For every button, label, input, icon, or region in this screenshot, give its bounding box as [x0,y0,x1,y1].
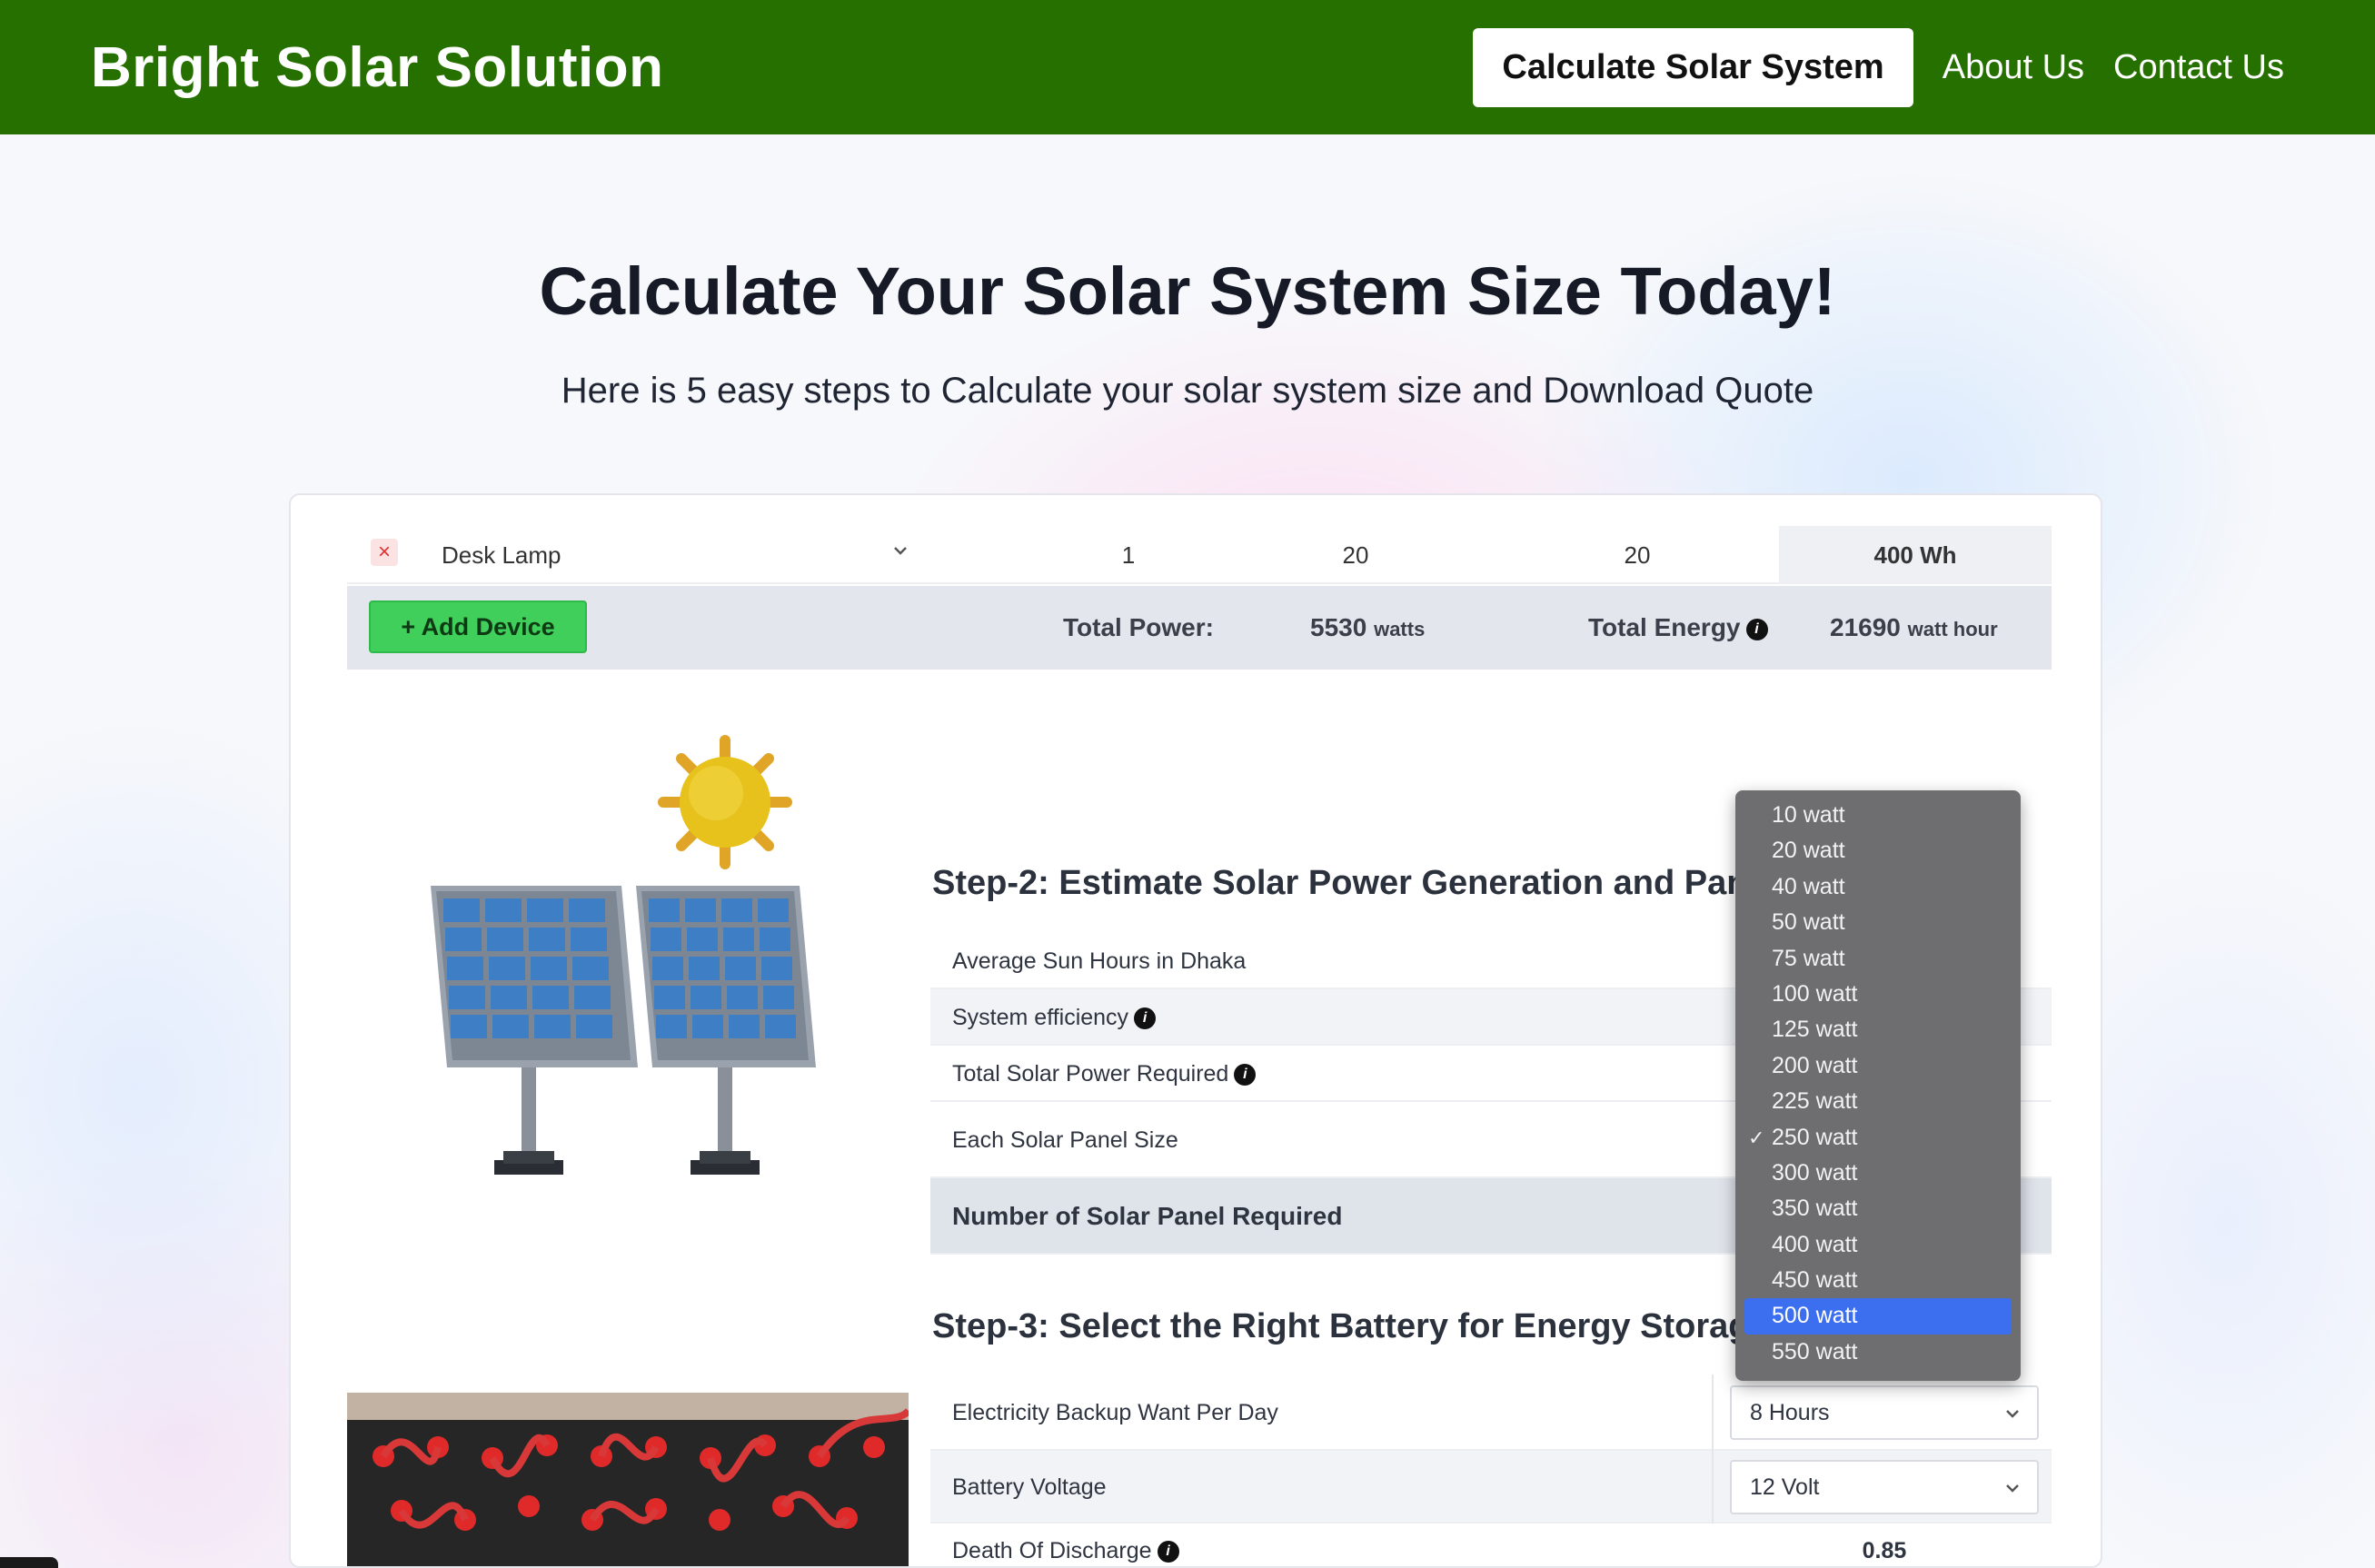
total-power-unit: watts [1374,618,1426,640]
total-solar-power-label: Total Solar Power Required i [952,1046,1257,1102]
dropdown-option[interactable]: 125 watt [1735,1012,2021,1047]
dropdown-option[interactable]: 300 watt [1735,1156,2021,1191]
corner-widget [0,1557,58,1568]
depth-of-discharge-value: 0.85 [1862,1538,1907,1563]
info-icon[interactable]: i [1234,1064,1257,1087]
totals-row: + Add Device Total Power: 5530 watts Tot… [347,586,2052,670]
panel-size-dropdown[interactable]: 10 watt 20 watt 40 watt 50 watt 75 watt … [1735,790,2021,1381]
dropdown-option[interactable]: 200 watt [1735,1048,2021,1084]
nav-menu: Calculate Solar System About Us Contact … [1473,27,2284,107]
device-hours[interactable]: 20 [1574,526,1701,584]
dropdown-option-selected[interactable]: ✓ 250 watt [1735,1120,2021,1156]
backup-hours-select[interactable]: 8 Hours [1730,1385,2039,1440]
dropdown-option[interactable]: 40 watt [1735,869,2021,905]
calculate-solar-system-button[interactable]: Calculate Solar System [1473,27,1913,107]
calculator-preview: × Desk Lamp 1 20 20 400 Wh + Add Device … [289,493,2102,1568]
total-power-value: 5530 watts [1310,613,1426,641]
total-energy-value: 21690 watt hour [1830,613,1998,641]
dropdown-option[interactable]: 10 watt [1735,798,2021,833]
solar-panel-illustration [431,735,816,1175]
battery-voltage-select[interactable]: 12 Volt [1730,1460,2039,1514]
device-row: × Desk Lamp 1 20 20 400 Wh [347,526,2052,584]
checkmark-icon: ✓ [1748,1126,1765,1149]
system-efficiency-label: System efficiency i [952,989,1157,1046]
dropdown-option-highlighted[interactable]: 500 watt [1744,1298,2012,1335]
brand-logo[interactable]: Bright Solar Solution [91,35,663,100]
top-navbar: Bright Solar Solution Calculate Solar Sy… [0,0,2375,134]
sun-hours-label: Average Sun Hours in Dhaka [952,948,1247,974]
info-icon[interactable]: i [1134,1007,1157,1030]
backup-hours-label: Electricity Backup Want Per Day [952,1400,1278,1425]
dropdown-option[interactable]: 50 watt [1735,905,2021,940]
nav-link-contact[interactable]: Contact Us [2113,48,2284,87]
device-energy: 400 Wh [1779,526,2052,584]
dropdown-option[interactable]: 20 watt [1735,833,2021,868]
chevron-down-icon [2002,1462,2022,1513]
total-energy-label: Total Energy i [1588,586,1768,670]
chevron-down-icon [890,541,910,566]
panel-count-label: Number of Solar Panel Required [952,1202,1343,1230]
total-power-label: Total Power: [1063,613,1214,641]
battery-photo [347,1393,909,1566]
device-watts[interactable]: 20 [1292,526,1419,584]
total-energy-unit: watt hour [1907,618,1998,640]
step2-title: Step-2: Estimate Solar Power Generation … [932,864,1810,902]
backup-hours-row: Electricity Backup Want Per Day 8 Hours [930,1374,2052,1451]
nav-link-about[interactable]: About Us [1943,48,2084,87]
battery-voltage-label: Battery Voltage [952,1474,1107,1500]
page-title: Calculate Your Solar System Size Today! [539,253,1836,329]
add-device-button[interactable]: + Add Device [369,600,587,653]
info-icon[interactable]: i [1745,618,1768,640]
device-select[interactable]: Desk Lamp [423,526,896,584]
depth-of-discharge-row: Death Of Discharge i 0.85 [930,1523,2052,1566]
panel-size-label: Each Solar Panel Size [952,1127,1178,1153]
dropdown-option[interactable]: 450 watt [1735,1263,2021,1298]
device-quantity[interactable]: 1 [1074,526,1183,584]
dropdown-option[interactable]: 75 watt [1735,941,2021,977]
battery-voltage-row: Battery Voltage 12 Volt [930,1451,2052,1523]
depth-of-discharge-label: Death Of Discharge i [952,1523,1179,1566]
page-subtitle: Here is 5 easy steps to Calculate your s… [561,371,1814,411]
dropdown-option[interactable]: 100 watt [1735,977,2021,1012]
dropdown-option[interactable]: 225 watt [1735,1084,2021,1119]
remove-device-icon[interactable]: × [371,539,398,566]
dropdown-option[interactable]: 400 watt [1735,1227,2021,1263]
step3-title: Step-3: Select the Right Battery for Ene… [932,1307,1769,1345]
info-icon[interactable]: i [1157,1541,1179,1563]
chevron-down-icon [2002,1387,2022,1438]
dropdown-option[interactable]: 550 watt [1735,1335,2021,1370]
dropdown-option[interactable]: 350 watt [1735,1191,2021,1226]
